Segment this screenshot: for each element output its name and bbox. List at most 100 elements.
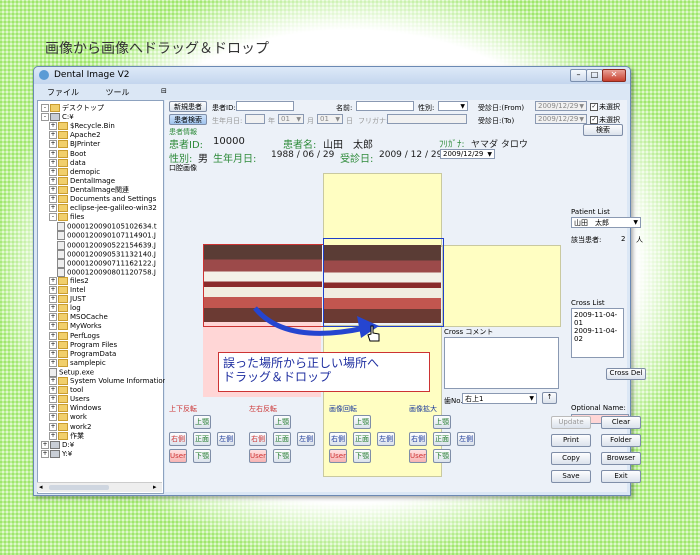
- checkbox-icon[interactable]: ✓: [590, 116, 598, 124]
- transform-lower-button[interactable]: 下顎: [193, 449, 211, 463]
- birth-day-select[interactable]: 01 ▼: [317, 114, 343, 124]
- furigana-input[interactable]: [387, 114, 467, 124]
- tree-item[interactable]: 0000120090531132140.J: [38, 249, 177, 259]
- transform-upper-button[interactable]: 上顎: [433, 415, 451, 429]
- clear-button[interactable]: Clear: [601, 416, 641, 429]
- tree-item[interactable]: 0000120090105102634.t: [38, 222, 177, 232]
- transform-upper-button[interactable]: 上顎: [193, 415, 211, 429]
- tree-item[interactable]: + tool: [38, 386, 169, 395]
- transform-right-button[interactable]: 右側: [409, 432, 427, 446]
- visit-date-select[interactable]: 2009/12/29 ▼: [440, 149, 495, 159]
- collapse-icon[interactable]: -: [41, 104, 49, 112]
- transform-front-button[interactable]: 正面: [353, 432, 371, 446]
- tree-item[interactable]: 0000120090107114901.J: [38, 231, 177, 241]
- print-button[interactable]: Print: [551, 434, 591, 447]
- transform-left-button[interactable]: 左側: [217, 432, 235, 446]
- expand-icon[interactable]: +: [49, 204, 57, 213]
- cross-list-item[interactable]: 2009-11-04-02: [574, 327, 621, 343]
- tree-item[interactable]: 0000120090711162122.J: [38, 258, 177, 268]
- expand-icon[interactable]: +: [49, 286, 57, 294]
- tree-item[interactable]: + $Recycle.Bin: [38, 122, 169, 131]
- visit-to-input[interactable]: 2009/12/29 ▼: [535, 114, 587, 124]
- transform-front-button[interactable]: 正面: [273, 432, 291, 446]
- transform-front-button[interactable]: 正面: [433, 432, 451, 446]
- patient-id-input[interactable]: [236, 101, 294, 111]
- expand-icon[interactable]: +: [49, 295, 57, 304]
- tree-item[interactable]: + Documents and Settings: [38, 195, 169, 204]
- visit-from-input[interactable]: 2009/12/29 ▼: [535, 101, 587, 111]
- tree-item[interactable]: + Y:¥: [38, 449, 161, 459]
- expand-icon[interactable]: +: [49, 140, 57, 149]
- folder-tree[interactable]: - デスクトップ - C:¥ + $Recycle.Bin + Apache2 + BJPrint…: [37, 100, 167, 494]
- expand-icon[interactable]: +: [49, 322, 57, 331]
- cross-list-item[interactable]: 2009-11-04-01: [574, 311, 621, 327]
- save-button[interactable]: Save: [551, 470, 591, 483]
- tree-item[interactable]: + Boot: [38, 149, 169, 159]
- transform-left-button[interactable]: 左側: [377, 432, 395, 446]
- maximize-icon[interactable]: □: [586, 69, 603, 82]
- transform-user-button[interactable]: User: [409, 449, 427, 463]
- expand-icon[interactable]: +: [49, 349, 57, 358]
- tree-item[interactable]: + MSOCache: [38, 313, 169, 322]
- transform-lower-button[interactable]: 下顎: [353, 449, 371, 463]
- search-button[interactable]: 検索: [583, 124, 623, 136]
- tree-item[interactable]: + DentalImage: [38, 176, 169, 186]
- expand-icon[interactable]: +: [49, 131, 57, 140]
- tree-item[interactable]: 0000120090522154639.J: [38, 240, 177, 250]
- collapse-icon[interactable]: -: [49, 213, 57, 222]
- patient-search-button[interactable]: 患者検索: [169, 114, 207, 125]
- name-input[interactable]: [356, 101, 414, 111]
- tree-item[interactable]: + Users: [38, 395, 169, 404]
- tree-item[interactable]: + demopic: [38, 167, 169, 177]
- expand-icon[interactable]: +: [49, 158, 57, 167]
- transform-upper-button[interactable]: 上顎: [353, 415, 371, 429]
- tree-item[interactable]: 0000120090801120758.J: [38, 267, 177, 277]
- new-patient-button[interactable]: 新規患者: [169, 101, 207, 112]
- transform-user-button[interactable]: User: [329, 449, 347, 463]
- tree-item[interactable]: - files: [38, 213, 169, 222]
- expand-icon[interactable]: +: [49, 331, 57, 340]
- tree-item[interactable]: + MyWorks: [38, 322, 169, 331]
- transform-right-button[interactable]: 右側: [249, 432, 267, 446]
- expand-icon[interactable]: +: [49, 358, 57, 367]
- expand-icon[interactable]: +: [49, 340, 57, 349]
- image-slot-upper[interactable]: [323, 173, 442, 247]
- browser-button[interactable]: Browser: [601, 452, 641, 465]
- transform-right-button[interactable]: 右側: [329, 432, 347, 446]
- expand-icon[interactable]: +: [49, 167, 57, 176]
- transform-user-button[interactable]: User: [169, 449, 187, 463]
- tree-item[interactable]: + work2: [38, 422, 169, 432]
- expand-icon[interactable]: +: [49, 413, 57, 422]
- expand-icon[interactable]: +: [49, 395, 57, 404]
- transform-upper-button[interactable]: 上顎: [273, 415, 291, 429]
- tree-item[interactable]: + System Volume Information: [38, 377, 169, 386]
- transform-left-button[interactable]: 左側: [457, 432, 475, 446]
- tree-horizontal-scrollbar[interactable]: ◂ ▸: [37, 482, 162, 492]
- tree-item[interactable]: - C:¥: [38, 113, 161, 122]
- expand-icon[interactable]: +: [49, 377, 57, 385]
- scroll-thumb[interactable]: [49, 485, 109, 490]
- tooth-no-select[interactable]: 右上1 ▼: [462, 393, 537, 404]
- tree-item[interactable]: + Intel: [38, 286, 169, 295]
- tree-item[interactable]: + samplepic: [38, 358, 169, 368]
- expand-icon[interactable]: +: [41, 449, 49, 458]
- transform-right-button[interactable]: 右側: [169, 432, 187, 446]
- scroll-left-icon[interactable]: ◂: [39, 483, 43, 491]
- tree-item[interactable]: + JUST: [38, 295, 169, 304]
- expand-icon[interactable]: +: [49, 149, 57, 158]
- tree-item[interactable]: + Windows: [38, 404, 169, 413]
- expand-icon[interactable]: +: [49, 195, 57, 203]
- tree-item[interactable]: + BJPrinter: [38, 140, 169, 149]
- checkbox-icon[interactable]: ✓: [590, 103, 598, 111]
- tree-item[interactable]: + Program Files: [38, 340, 169, 350]
- expand-icon[interactable]: +: [49, 122, 57, 131]
- folder-button[interactable]: Folder: [601, 434, 641, 447]
- pin-icon[interactable]: ⊟: [161, 87, 167, 95]
- tree-item[interactable]: + data: [38, 158, 169, 168]
- tree-item[interactable]: + PerfLogs: [38, 331, 169, 341]
- transform-lower-button[interactable]: 下顎: [433, 449, 451, 463]
- tree-item[interactable]: - デスクトップ: [38, 104, 161, 113]
- expand-icon[interactable]: +: [49, 386, 57, 395]
- transform-left-button[interactable]: 左側: [297, 432, 315, 446]
- expand-icon[interactable]: +: [49, 404, 57, 413]
